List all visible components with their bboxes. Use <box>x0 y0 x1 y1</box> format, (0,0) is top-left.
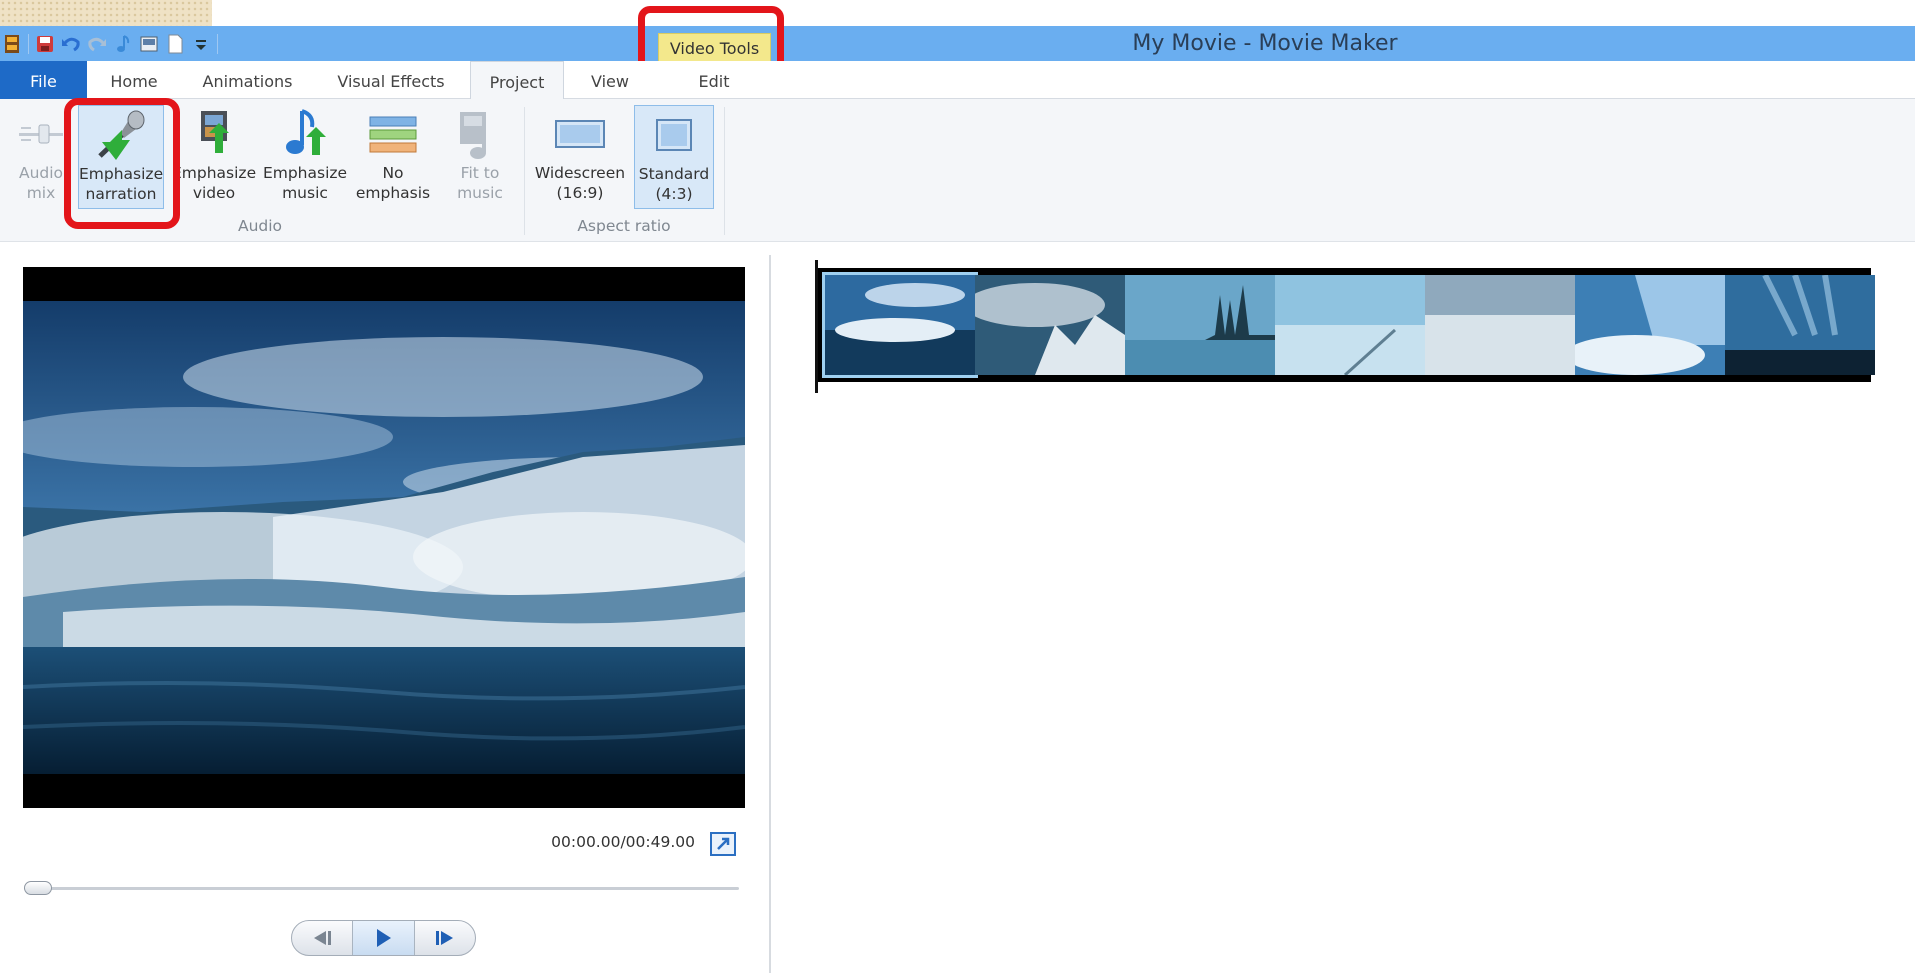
fit-to-music-button[interactable]: Fit to music <box>446 105 514 209</box>
play-button[interactable] <box>352 921 415 955</box>
standard-icon <box>635 106 713 164</box>
audio-mix-label-1: Audio <box>18 164 64 182</box>
dropdown-icon[interactable] <box>191 34 211 54</box>
clip-thumbnail[interactable] <box>1425 275 1575 375</box>
no-emphasis-label-2: emphasis <box>355 184 431 202</box>
clip-thumbnail[interactable] <box>822 272 978 378</box>
tab-edit[interactable]: Edit <box>684 61 744 99</box>
audio-mix-button[interactable]: Audio mix <box>10 105 72 209</box>
emphasize-music-button[interactable]: Emphasize music <box>262 105 348 209</box>
snapshot-icon[interactable] <box>139 34 159 54</box>
no-emphasis-button[interactable]: No emphasis <box>354 105 432 209</box>
tab-view[interactable]: View <box>580 61 640 99</box>
emphasize-video-label-2: video <box>192 184 236 202</box>
movie-maker-icon[interactable] <box>2 34 22 54</box>
widescreen-label-1: Widescreen <box>534 164 626 182</box>
fullscreen-icon[interactable] <box>710 832 736 856</box>
clip-thumbnail[interactable] <box>975 275 1125 375</box>
tab-animations[interactable]: Animations <box>190 61 305 99</box>
slider-icon <box>10 105 72 163</box>
emphasize-video-label-1: Emphasize <box>172 164 257 182</box>
seek-bar[interactable] <box>24 887 739 890</box>
playback-controls <box>291 920 476 956</box>
save-icon[interactable] <box>35 34 55 54</box>
tab-project[interactable]: Project <box>470 61 564 100</box>
music-up-arrow-icon <box>262 105 348 163</box>
new-project-icon[interactable] <box>165 34 185 54</box>
clip-thumbnail[interactable] <box>1575 275 1725 375</box>
next-frame-icon <box>435 931 453 945</box>
aspect-ratio-group-label: Aspect ratio <box>577 217 671 235</box>
tab-visual-effects[interactable]: Visual Effects <box>325 61 457 99</box>
pane-divider[interactable] <box>769 255 771 973</box>
clip-thumbnail[interactable] <box>1275 275 1425 375</box>
window-title: My Movie - Movie Maker <box>1132 31 1398 56</box>
fit-to-music-label-1: Fit to <box>460 164 500 182</box>
clip-thumbnail[interactable] <box>1125 275 1275 375</box>
group-separator <box>724 107 725 235</box>
standard-label-1: Standard <box>638 165 710 183</box>
play-icon <box>377 929 392 947</box>
standard-button[interactable]: Standard (4:3) <box>634 105 714 209</box>
emphasize-video-button[interactable]: Emphasize video <box>172 105 256 209</box>
video-preview[interactable] <box>23 267 745 808</box>
emphasize-music-label-2: music <box>282 184 328 202</box>
standard-label-2: (4:3) <box>655 185 693 203</box>
tab-home[interactable]: Home <box>100 61 168 99</box>
desktop-strip <box>0 0 1915 26</box>
ribbon-panel: Audio mix Emphasize narration Emphasize … <box>0 99 1915 242</box>
tab-file[interactable]: File <box>0 61 87 99</box>
toolbar-separator <box>28 34 29 54</box>
audio-group-label: Audio <box>237 217 283 235</box>
seek-bar-thumb[interactable] <box>24 881 52 895</box>
ribbon-tabs: File Home Animations Visual Effects Proj… <box>0 61 1915 100</box>
film-up-arrow-icon <box>172 105 256 163</box>
title-bar: My Movie - Movie Maker <box>0 26 1915 61</box>
emphasize-narration-highlight <box>64 98 180 229</box>
waterfall-preview-image <box>23 301 745 774</box>
widescreen-button[interactable]: Widescreen (16:9) <box>532 105 628 209</box>
no-emphasis-icon <box>354 105 432 163</box>
music-note-icon[interactable] <box>113 34 133 54</box>
audio-mix-label-2: mix <box>26 184 56 202</box>
next-frame-button[interactable] <box>415 921 475 955</box>
widescreen-label-2: (16:9) <box>556 184 604 202</box>
fit-to-music-icon <box>446 105 514 163</box>
previous-frame-button[interactable] <box>292 921 352 955</box>
desktop-background <box>0 0 212 26</box>
toolbar-separator <box>217 34 218 54</box>
widescreen-icon <box>532 105 628 163</box>
previous-frame-icon <box>314 931 332 945</box>
undo-icon[interactable] <box>61 34 81 54</box>
group-separator <box>524 107 525 235</box>
playback-time: 00:00.00/00:49.00 <box>551 833 695 851</box>
quick-access-toolbar <box>2 30 218 58</box>
fit-to-music-label-2: music <box>457 184 503 202</box>
no-emphasis-label-1: No <box>382 164 404 182</box>
clip-thumbnail[interactable] <box>1725 275 1875 375</box>
emphasize-music-label-1: Emphasize <box>262 164 348 182</box>
storyboard-clip-strip <box>818 268 1875 382</box>
redo-icon[interactable] <box>87 34 107 54</box>
